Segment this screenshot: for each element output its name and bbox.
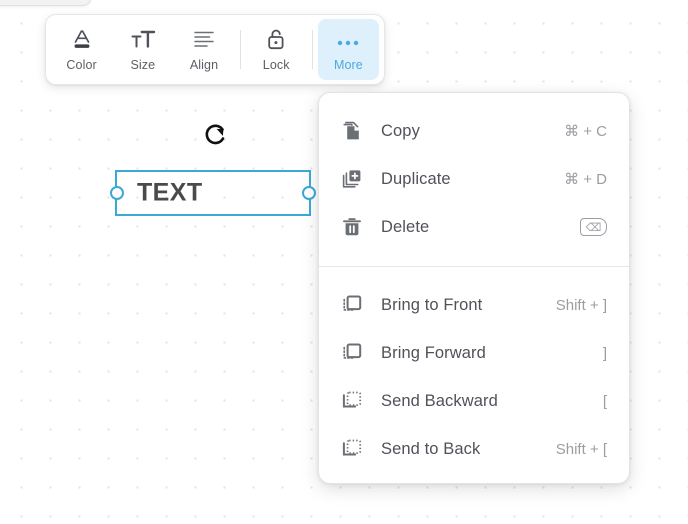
send-backward-icon [339, 389, 365, 413]
menu-item-label: Duplicate [381, 169, 451, 188]
toolbar-divider [239, 30, 241, 69]
toolbar-item-label: Size [130, 58, 156, 72]
menu-item-label: Bring Forward [381, 343, 486, 362]
top-left-panel-edge [0, 0, 91, 6]
menu-item-shortcut: ⌫ [580, 218, 607, 236]
bring-to-front-icon [339, 293, 365, 317]
menu-item-shortcut: Shift + ] [555, 296, 607, 314]
menu-item-shortcut: ⌘ + C [564, 123, 607, 140]
toolbar-item-label: More [333, 58, 363, 72]
toolbar-item-label: Lock [262, 58, 290, 72]
text-size-icon [130, 27, 156, 51]
toolbar-item-align[interactable]: Align [173, 19, 234, 80]
text-align-left-icon [192, 27, 216, 51]
text-formatting-toolbar: Color Size Align Lock More [45, 14, 385, 85]
ellipsis-icon [334, 27, 362, 51]
menu-item-shortcut: Shift + [ [555, 440, 607, 458]
menu-item-shortcut: ⌘ + D [564, 171, 607, 188]
send-to-back-icon [339, 437, 365, 461]
toolbar-item-lock[interactable]: Lock [246, 19, 307, 80]
menu-item-bring-forward[interactable]: Bring Forward ] [319, 329, 629, 377]
menu-item-send-backward[interactable]: Send Backward [ [319, 377, 629, 425]
menu-item-shortcut: ] [602, 344, 607, 362]
menu-item-duplicate[interactable]: Duplicate ⌘ + D [319, 155, 629, 203]
menu-item-bring-to-front[interactable]: Bring to Front Shift + ] [319, 281, 629, 329]
toolbar-item-more[interactable]: More [317, 19, 379, 80]
menu-item-delete[interactable]: Delete ⌫ [319, 203, 629, 251]
resize-handle-right[interactable] [302, 186, 316, 200]
unlock-icon [265, 27, 287, 51]
text-color-icon [70, 27, 94, 51]
resize-handle-left[interactable] [110, 186, 124, 200]
backspace-key-icon: ⌫ [580, 218, 607, 236]
menu-group-arrange: Bring to Front Shift + ] Bring Forward ] [319, 281, 629, 473]
toolbar-divider [311, 30, 313, 69]
menu-item-label: Send Backward [381, 391, 498, 410]
menu-item-copy[interactable]: Copy ⌘ + C [319, 107, 629, 155]
toolbar-item-color[interactable]: Color [51, 19, 112, 80]
more-context-menu: Copy ⌘ + C Duplicate ⌘ + D Delete ⌫ Brin… [318, 92, 630, 484]
menu-item-label: Copy [381, 121, 420, 140]
toolbar-item-size[interactable]: Size [112, 19, 173, 80]
bring-forward-icon [339, 341, 365, 365]
menu-item-label: Bring to Front [381, 295, 483, 314]
trash-icon [339, 215, 365, 239]
menu-item-shortcut: [ [602, 392, 607, 410]
canvas-area[interactable]: Color Size Align Lock More TEXT Copy ⌘ +… [0, 0, 688, 524]
duplicate-icon [339, 167, 365, 191]
selected-text-object[interactable]: TEXT [110, 170, 316, 216]
copy-icon [339, 119, 365, 143]
rotate-handle[interactable] [202, 120, 230, 150]
toolbar-item-label: Align [189, 58, 219, 72]
menu-item-label: Send to Back [381, 439, 481, 458]
text-object-value: TEXT [137, 178, 203, 207]
toolbar-item-label: Color [66, 58, 97, 72]
menu-group-edit: Copy ⌘ + C Duplicate ⌘ + D Delete ⌫ [319, 107, 629, 251]
menu-separator [319, 266, 629, 267]
menu-item-send-to-back[interactable]: Send to Back Shift + [ [319, 425, 629, 473]
menu-item-label: Delete [381, 217, 430, 236]
